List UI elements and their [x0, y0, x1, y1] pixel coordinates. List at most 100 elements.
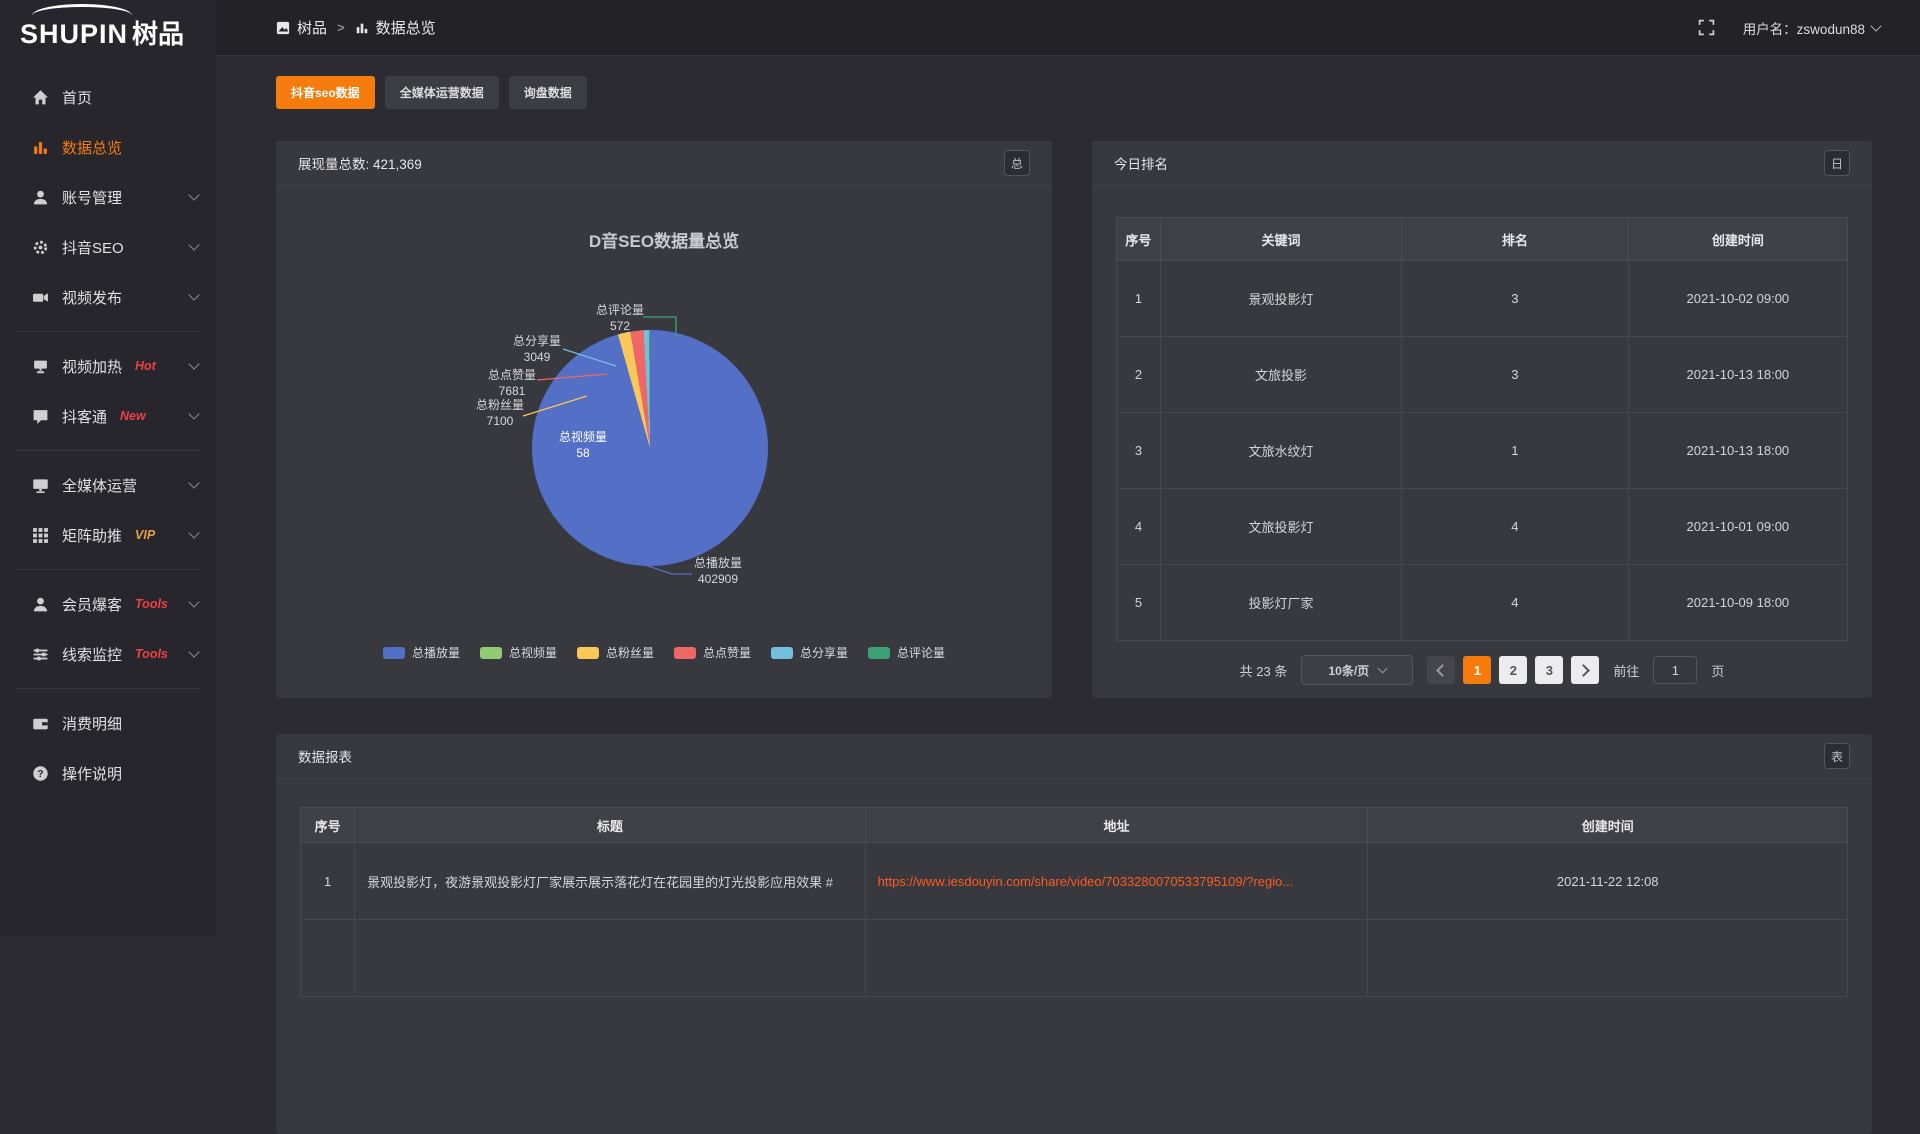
sidebar-item-help[interactable]: ? 操作说明 — [0, 748, 216, 798]
legend-item[interactable]: 总评论量 — [868, 644, 945, 661]
sidebar-item-label: 矩阵助推 — [62, 525, 122, 546]
sidebar-item-video-heat[interactable]: 视频加热 Hot — [0, 341, 216, 391]
day-badge-button[interactable]: 日 — [1824, 150, 1850, 176]
legend-item[interactable]: 总分享量 — [771, 644, 848, 661]
col-created: 创建时间 — [1368, 808, 1848, 843]
report-panel-header: 数据报表 表 — [276, 734, 1872, 779]
chevron-down-icon — [188, 527, 199, 538]
next-page-button[interactable] — [1571, 656, 1599, 684]
sidebar-item-label: 视频发布 — [62, 287, 122, 308]
report-table-header-row: 序号 标题 地址 创建时间 — [301, 808, 1848, 843]
wallet-icon — [32, 715, 49, 732]
legend-item[interactable]: 总播放量 — [383, 644, 460, 661]
chart-legend: 总播放量 总视频量 总粉丝量 总点赞量 总分享量 总评论量 — [276, 644, 1052, 661]
sidebar-item-member-baoke[interactable]: 会员爆客 Tools — [0, 579, 216, 629]
total-badge-button[interactable]: 总 — [1004, 150, 1030, 176]
logo-arc-icon — [32, 4, 132, 27]
topbar-right: 用户名：zswodun88 — [1698, 18, 1880, 38]
breadcrumb-item-shupin[interactable]: 树品 — [276, 17, 327, 38]
sidebar-item-consume-detail[interactable]: 消费明细 — [0, 698, 216, 748]
sidebar-item-omni-media[interactable]: 全媒体运营 — [0, 460, 216, 510]
chat-bubble-icon — [32, 408, 49, 425]
table-row: 3文旅水纹灯12021-10-13 18:00 — [1117, 413, 1848, 489]
legend-label: 总粉丝量 — [606, 644, 654, 661]
prev-page-button[interactable] — [1427, 656, 1455, 684]
breadcrumb-label: 树品 — [297, 17, 327, 38]
report-table: 序号 标题 地址 创建时间 1 景观投影灯，夜游景观投影灯厂家展示展示落花灯在花… — [300, 807, 1848, 997]
sidebar-item-label: 操作说明 — [62, 763, 122, 784]
legend-item[interactable]: 总粉丝量 — [577, 644, 654, 661]
table-row: 1景观投影灯32021-10-02 09:00 — [1117, 261, 1848, 337]
tab-omni-media-data[interactable]: 全媒体运营数据 — [385, 76, 499, 109]
chevron-left-icon — [1436, 664, 1449, 677]
video-url-link[interactable]: https://www.iesdouyin.com/share/video/70… — [878, 874, 1294, 889]
col-index: 序号 — [301, 808, 355, 843]
fullscreen-icon[interactable] — [1698, 19, 1715, 36]
breadcrumb-label: 数据总览 — [376, 17, 436, 38]
sidebar-item-douyin-seo[interactable]: 抖音SEO — [0, 222, 216, 272]
breadcrumb-separator: > — [337, 20, 345, 35]
legend-swatch — [674, 647, 696, 659]
bar-chart-icon — [32, 139, 49, 156]
main-content: 抖音seo数据 全媒体运营数据 询盘数据 展现量总数: 421,369 总 D音… — [216, 56, 1920, 1134]
rank-panel-title: 今日排名 — [1114, 153, 1168, 173]
gear-icon — [32, 239, 49, 256]
chevron-down-icon — [188, 646, 199, 657]
sidebar-item-account-manage[interactable]: 账号管理 — [0, 172, 216, 222]
video-title-cell: 景观投影灯，夜游景观投影灯厂家展示展示落花灯在花园里的灯光投影应用效果 # — [355, 843, 866, 920]
page-button-1[interactable]: 1 — [1463, 656, 1491, 684]
legend-item[interactable]: 总点赞量 — [674, 644, 751, 661]
sidebar-item-label: 抖客通 — [62, 406, 107, 427]
sidebar-divider — [16, 688, 200, 689]
sliders-icon — [32, 646, 49, 663]
topbar: 树品 > 数据总览 用户名：zswodun88 — [216, 0, 1920, 56]
sidebar-item-label: 数据总览 — [62, 137, 122, 158]
new-badge: New — [120, 409, 146, 423]
tools-badge: Tools — [135, 647, 168, 661]
logo[interactable]: SHUPIN树品 — [0, 0, 216, 60]
page-buttons: 1 2 3 — [1427, 656, 1599, 684]
pie-label-plays: 总播放量402909 — [663, 555, 773, 587]
goto-label: 前往 — [1613, 661, 1639, 680]
page-button-2[interactable]: 2 — [1499, 656, 1527, 684]
goto-page-input[interactable] — [1653, 656, 1697, 684]
goto-unit-label: 页 — [1711, 661, 1724, 680]
legend-item[interactable]: 总视频量 — [480, 644, 557, 661]
chart-title: D音SEO数据量总览 — [276, 227, 1052, 252]
sidebar-item-label: 抖音SEO — [62, 237, 124, 258]
sidebar-item-matrix-boost[interactable]: 矩阵助推 VIP — [0, 510, 216, 560]
tab-inquiry-data[interactable]: 询盘数据 — [509, 76, 587, 109]
pie-label-comments: 总评论量572 — [565, 302, 675, 334]
sidebar-item-video-publish[interactable]: 视频发布 — [0, 272, 216, 322]
sidebar-item-doukettong[interactable]: 抖客通 New — [0, 391, 216, 441]
chevron-right-icon — [1577, 664, 1590, 677]
breadcrumb: 树品 > 数据总览 — [276, 17, 436, 38]
video-camera-icon — [32, 289, 49, 306]
sidebar-item-label: 线索监控 — [62, 644, 122, 665]
pie-label-fans: 总粉丝量7100 — [445, 397, 555, 429]
chart-panel-header: 展现量总数: 421,369 总 — [276, 141, 1052, 186]
sidebar-divider — [16, 331, 200, 332]
svg-text:?: ? — [37, 769, 43, 780]
legend-label: 总视频量 — [509, 644, 557, 661]
photo-icon — [276, 21, 290, 35]
sidebar-item-data-overview[interactable]: 数据总览 — [0, 122, 216, 172]
col-title: 标题 — [355, 808, 866, 843]
chevron-down-icon — [188, 189, 199, 200]
pie-label-videos: 总视频量58 — [528, 429, 638, 461]
sidebar-item-home[interactable]: 首页 — [0, 72, 216, 122]
table-badge-button[interactable]: 表 — [1824, 743, 1850, 769]
col-index: 序号 — [1117, 218, 1161, 261]
sidebar-item-label: 全媒体运营 — [62, 475, 137, 496]
pie-label-likes: 总点赞量7681 — [457, 367, 567, 399]
user-menu[interactable]: 用户名：zswodun88 — [1743, 18, 1880, 38]
page-size-select[interactable]: 10条/页 — [1301, 655, 1413, 685]
sidebar-item-clue-monitor[interactable]: 线索监控 Tools — [0, 629, 216, 679]
tab-douyin-seo-data[interactable]: 抖音seo数据 — [276, 76, 375, 109]
legend-label: 总分享量 — [800, 644, 848, 661]
breadcrumb-item-data-overview[interactable]: 数据总览 — [355, 17, 436, 38]
username-label: 用户名：zswodun88 — [1743, 18, 1865, 38]
page-button-3[interactable]: 3 — [1535, 656, 1563, 684]
grid-icon — [32, 527, 49, 544]
sidebar-item-label: 首页 — [62, 87, 92, 108]
